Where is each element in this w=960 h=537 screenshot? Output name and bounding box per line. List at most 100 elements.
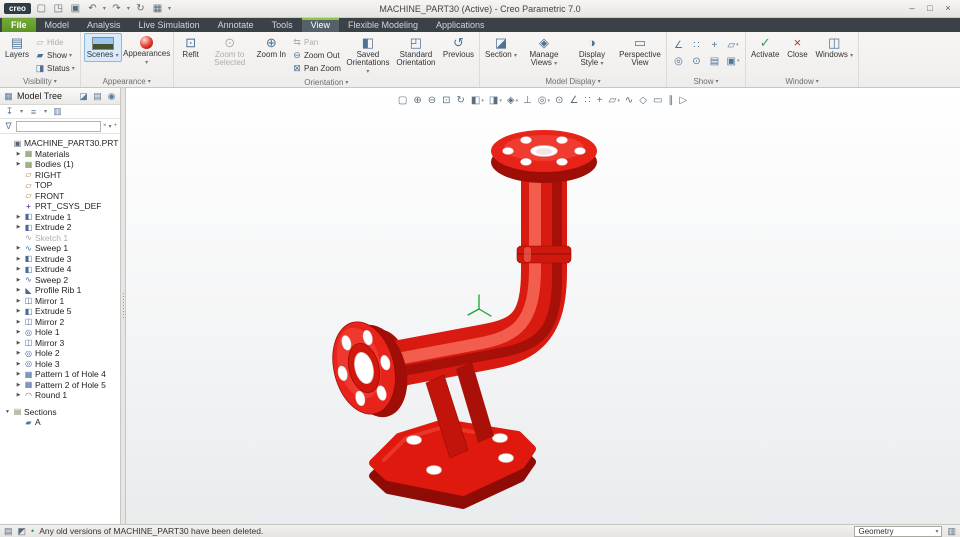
tab-model[interactable]: Model (36, 18, 79, 32)
search-options-icon[interactable]: ▾ (108, 123, 111, 130)
tree-settings-icon[interactable]: ≡ (28, 107, 39, 117)
layers-button[interactable]: ▤ Layers (3, 33, 31, 60)
datum-planes-icon[interactable]: ▱ ▾ (607, 94, 622, 107)
previous-button[interactable]: ↺ Previous (441, 33, 476, 60)
minimize-button[interactable]: – (904, 2, 920, 15)
group-label-visibility[interactable]: Visibility ▾ (3, 76, 77, 87)
expander-icon[interactable]: ▶ (15, 214, 22, 220)
activate-button[interactable]: ✓ Activate (749, 33, 781, 60)
manage-views-button[interactable]: ◈ Manage Views ▾ (521, 33, 567, 69)
tree-item-hole-3[interactable]: ▶ ◎ Hole 3 (0, 359, 120, 370)
tab-live-simulation[interactable]: Live Simulation (130, 18, 209, 32)
tab-flexible-modeling[interactable]: Flexible Modeling (339, 18, 427, 32)
tree-item-mirror-3[interactable]: ▶ ◫ Mirror 3 (0, 338, 120, 349)
annotations-toggle-icon[interactable]: ◎ (670, 53, 688, 69)
standard-orientation-button[interactable]: ◰ Standard Orientation (393, 33, 439, 68)
expander-icon[interactable]: ▶ (15, 266, 22, 272)
plane-tags-toggle-icon[interactable]: ▣ ▾ (724, 53, 742, 69)
pan-zoom-button[interactable]: ⊠ Pan Zoom (290, 62, 343, 74)
expander-icon[interactable]: ▶ (15, 329, 22, 335)
message-flag-icon[interactable]: ◩ (18, 526, 27, 537)
scenes-button[interactable]: Scenes ▾ (83, 33, 122, 62)
tree-filter-icon[interactable]: ↧ (4, 106, 15, 117)
quick-access-more-icon[interactable]: ▾ (168, 5, 171, 12)
datum-csys-toggle-icon[interactable]: + (706, 37, 724, 53)
expander-icon[interactable]: ▶ (15, 256, 22, 262)
datum-axes-toggle-icon[interactable]: ∠ (670, 37, 688, 53)
group-label-show[interactable]: Show ▾ (670, 76, 742, 87)
pause-icon[interactable]: ∥ (666, 94, 676, 107)
redo-icon[interactable]: ↷ (110, 2, 123, 16)
perspective-view-button[interactable]: ▭ Perspective View (617, 33, 663, 68)
tree-item-extrude-3[interactable]: ▶ ◧ Extrude 3 (0, 254, 120, 265)
zoom-in-button[interactable]: ⊕ Zoom In (255, 33, 288, 60)
tree-item-prt-csys-def[interactable]: + PRT_CSYS_DEF (0, 201, 120, 212)
tree-item-profile-rib-1[interactable]: ▶ ◣ Profile Rib 1 (0, 285, 120, 296)
zoom-out-icon[interactable]: ⊖ (426, 94, 439, 107)
saved-orientations-button[interactable]: ◧ Saved Orientations ▾ (345, 33, 391, 77)
undo-icon[interactable]: ↶ (86, 2, 99, 16)
expander-icon[interactable]: ▶ (15, 161, 22, 167)
maximize-button[interactable]: □ (922, 2, 938, 15)
expander-icon[interactable]: ▶ (15, 308, 22, 314)
expander-icon[interactable]: ▶ (15, 298, 22, 304)
expander-icon[interactable]: ▶ (15, 361, 22, 367)
window-switch-icon[interactable]: ▦ (151, 2, 164, 16)
tree-item-bodies[interactable]: ▶ ▦ Bodies (1) (0, 159, 120, 170)
tree-item-hole-1[interactable]: ▶ ◎ Hole 1 (0, 327, 120, 338)
tree-item-sweep-1[interactable]: ▶ ∿ Sweep 1 (0, 243, 120, 254)
sketch-display-icon[interactable]: ∿ (623, 94, 636, 107)
tab-annotate[interactable]: Annotate (209, 18, 263, 32)
pan-button[interactable]: ⇆ Pan (290, 36, 343, 48)
perspective-icon[interactable]: ▭ (651, 94, 665, 107)
tree-item-hole-2[interactable]: ▶ ◎ Hole 2 (0, 348, 120, 359)
tree-item-mirror-1[interactable]: ▶ ◫ Mirror 1 (0, 296, 120, 307)
show-button[interactable]: ▰ Show ▾ (33, 49, 77, 61)
group-label-model-display[interactable]: Model Display ▾ (483, 76, 663, 87)
tree-item-sweep-2[interactable]: ▶ ∿ Sweep 2 (0, 275, 120, 286)
datum-axes-icon[interactable]: ∠ (567, 94, 581, 107)
windows-button[interactable]: ◫ Windows ▾ (813, 33, 855, 61)
expander-icon[interactable]: ▶ (15, 392, 22, 398)
repaint-icon[interactable]: ↻ (455, 94, 468, 107)
redo-chevron-icon[interactable]: ▾ (127, 5, 130, 12)
notes-toggle-icon[interactable]: ▤ (706, 53, 724, 69)
annotations-icon[interactable]: ◎ ▾ (536, 94, 552, 107)
tree-item-extrude-2[interactable]: ▶ ◧ Extrude 2 (0, 222, 120, 233)
expander-icon[interactable]: ▶ (15, 371, 22, 377)
new-file-icon[interactable]: ▢ (35, 2, 48, 16)
zoom-to-selected-button[interactable]: ⊙ Zoom to Selected (207, 33, 253, 68)
model-tree-title[interactable]: Model Tree (17, 91, 75, 101)
expander-icon[interactable]: ▶ (15, 287, 22, 293)
play-icon[interactable]: ▷ (677, 94, 690, 107)
group-label-orientation[interactable]: Orientation ▾ (177, 77, 476, 87)
tab-applications[interactable]: Applications (427, 18, 494, 32)
view-normal-icon[interactable]: ⊥ (521, 94, 535, 107)
expander-icon[interactable]: ▶ (15, 245, 22, 251)
group-label-appearance[interactable]: Appearance ▾ (84, 76, 170, 87)
tree-item-front[interactable]: ▱ FRONT (0, 191, 120, 202)
dragger-icon[interactable]: ◇ (637, 94, 650, 107)
section-button[interactable]: ◪ Section ▾ (483, 33, 519, 61)
tree-save-icon[interactable]: ▤ (92, 91, 103, 102)
datum-points-toggle-icon[interactable]: ∷ (688, 37, 706, 53)
graphics-area[interactable]: ▢ ⊕ ⊖ ⊡ ↻ ◧ ▾ ◨ ▾ ◈ ▾ ⊥ ◎ ▾ ⊙ ∠ ∷ + ▱ ▾ ∿ ◇ ▭ ∥ ▷ (126, 88, 960, 524)
save-icon[interactable]: ▣ (69, 2, 82, 16)
hide-button[interactable]: ▱ Hide (33, 36, 77, 48)
tree-item-round-1[interactable]: ▶ ◠ Round 1 (0, 390, 120, 401)
tree-item-pattern-2-of-hole-5[interactable]: ▶ ▦ Pattern 2 of Hole 5 (0, 380, 120, 391)
tab-file[interactable]: File (2, 18, 36, 32)
tree-item-top[interactable]: ▱ TOP (0, 180, 120, 191)
tree-columns-icon[interactable]: ▥ (52, 106, 63, 117)
tree-item-sketch-1[interactable]: ∿ Sketch 1 (0, 233, 120, 244)
expander-icon[interactable]: ▶ (15, 319, 22, 325)
zoom-in-icon[interactable]: ⊕ (411, 94, 424, 107)
undo-chevron-icon[interactable]: ▾ (103, 5, 106, 12)
shading-icon[interactable]: ◧ ▾ (469, 94, 486, 107)
search-clear-icon[interactable]: × (103, 123, 107, 129)
tab-analysis[interactable]: Analysis (78, 18, 130, 32)
tree-item-right[interactable]: ▱ RIGHT (0, 170, 120, 181)
close-button[interactable]: × (940, 2, 956, 15)
search-filter-icon[interactable]: ∇ (3, 121, 14, 132)
tree-item-materials[interactable]: ▶ ▦ Materials (0, 149, 120, 160)
